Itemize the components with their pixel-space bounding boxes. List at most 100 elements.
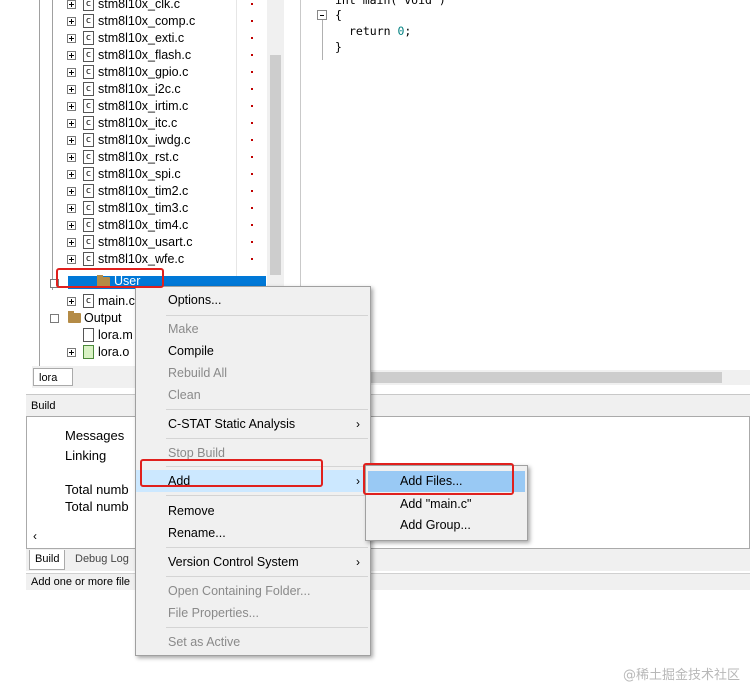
tree-file-row[interactable]: c stm8l10x_flash.c (32, 47, 284, 64)
expand-icon[interactable] (67, 297, 76, 306)
expand-icon[interactable] (67, 102, 76, 111)
menu-item-remove[interactable]: Remove (136, 500, 370, 522)
annotation-box-add-files (363, 463, 514, 495)
tab-build[interactable]: Build (29, 550, 66, 570)
file-label: stm8l10x_wfe.c (98, 252, 185, 266)
tree-file-row[interactable]: c stm8l10x_tim4.c (32, 217, 284, 234)
tree-file-row[interactable]: c stm8l10x_gpio.c (32, 64, 284, 81)
modified-dot (251, 139, 253, 141)
file-label: stm8l10x_iwdg.c (98, 133, 191, 147)
editor-horizontal-scrollbar[interactable] (317, 370, 750, 385)
menu-item-add-main-c[interactable]: Add "main.c" (368, 494, 525, 515)
modified-dot (251, 173, 253, 175)
expand-icon[interactable] (67, 221, 76, 230)
menu-item-compile[interactable]: Compile (136, 340, 370, 362)
tree-file-row[interactable]: c stm8l10x_wfe.c (32, 251, 284, 268)
tree-file-row[interactable]: c stm8l10x_clk.c (32, 0, 284, 13)
tab-debug-log[interactable]: Debug Log (70, 550, 134, 569)
file-label: stm8l10x_i2c.c (98, 82, 181, 96)
c-file-icon: c (83, 167, 94, 181)
scroll-left-icon[interactable]: ‹ (33, 529, 37, 543)
menu-separator (166, 438, 368, 439)
scrollbar-thumb[interactable] (337, 372, 722, 383)
modified-dot (251, 241, 253, 243)
c-file-icon: c (83, 133, 94, 147)
tree-file-row[interactable]: c stm8l10x_usart.c (32, 234, 284, 251)
modified-dot (251, 156, 253, 158)
menu-item-options[interactable]: Options... (136, 289, 370, 311)
expand-icon[interactable] (67, 34, 76, 43)
expand-icon[interactable] (67, 136, 76, 145)
file-label: stm8l10x_gpio.c (98, 65, 189, 79)
c-file-icon: c (83, 252, 94, 266)
modified-dot (251, 88, 253, 90)
submenu-arrow-icon: › (356, 417, 360, 431)
menu-separator (166, 576, 368, 577)
expand-icon[interactable] (67, 255, 76, 264)
modified-dot (251, 20, 253, 22)
expand-icon[interactable] (67, 170, 76, 179)
c-file-icon: c (83, 31, 94, 45)
tree-file-row[interactable]: c stm8l10x_iwdg.c (32, 132, 284, 149)
expand-icon[interactable] (67, 187, 76, 196)
scrollbar-thumb[interactable] (270, 55, 281, 275)
keyword: return (349, 24, 391, 38)
tree-file-row[interactable]: c stm8l10x_rst.c (32, 149, 284, 166)
modified-dot (251, 258, 253, 260)
submenu-arrow-icon: › (356, 474, 360, 488)
tree-file-row[interactable]: c stm8l10x_exti.c (32, 30, 284, 47)
expand-icon[interactable] (67, 68, 76, 77)
modified-dot (251, 105, 253, 107)
tree-file-row[interactable]: c stm8l10x_comp.c (32, 13, 284, 30)
file-label: stm8l10x_tim4.c (98, 218, 189, 232)
workspace-tab[interactable]: lora (33, 368, 73, 386)
menu-item-rename[interactable]: Rename... (136, 522, 370, 544)
file-label: stm8l10x_spi.c (98, 167, 181, 181)
watermark: @稀土掘金技术社区 (622, 668, 740, 683)
menu-item-cstat[interactable]: C-STAT Static Analysis › (136, 413, 370, 435)
tree-file-row[interactable]: c stm8l10x_spi.c (32, 166, 284, 183)
c-file-icon: c (83, 0, 94, 11)
tree-file-row[interactable]: c stm8l10x_tim2.c (32, 183, 284, 200)
file-label: stm8l10x_comp.c (98, 14, 196, 28)
folder-icon (68, 311, 81, 323)
menu-separator (166, 409, 368, 410)
modified-dot (251, 71, 253, 73)
fold-guide (322, 14, 323, 60)
group-label: Output (84, 311, 122, 325)
menu-item-add-group[interactable]: Add Group... (368, 515, 525, 536)
expand-icon[interactable] (67, 348, 76, 357)
file-label: stm8l10x_clk.c (98, 0, 180, 11)
tree-file-row[interactable]: c stm8l10x_i2c.c (32, 81, 284, 98)
file-label: stm8l10x_tim2.c (98, 184, 189, 198)
c-file-icon: c (83, 184, 94, 198)
expand-icon[interactable] (67, 17, 76, 26)
expand-icon[interactable] (67, 51, 76, 60)
expand-icon[interactable] (67, 204, 76, 213)
fold-toggle-icon[interactable] (317, 10, 327, 20)
expand-icon[interactable] (67, 119, 76, 128)
tree-file-row[interactable]: c stm8l10x_itc.c (32, 115, 284, 132)
file-label: stm8l10x_itc.c (98, 116, 178, 130)
file-label: stm8l10x_flash.c (98, 48, 192, 62)
tree-file-row[interactable]: c stm8l10x_tim3.c (32, 200, 284, 217)
annotation-box-add (140, 459, 323, 487)
modified-dot (251, 207, 253, 209)
c-file-icon: c (83, 150, 94, 164)
code-line: } (335, 40, 342, 54)
c-file-icon: c (83, 116, 94, 130)
expand-icon[interactable] (67, 238, 76, 247)
file-label: lora.o (98, 345, 130, 359)
punctuation: ; (404, 24, 412, 38)
build-row: Linking (65, 448, 107, 463)
menu-item-set-active: Set as Active (168, 635, 241, 649)
code-line: return 0; (349, 23, 411, 39)
menu-item-version-control[interactable]: Version Control System › (136, 551, 370, 573)
expand-icon[interactable] (67, 0, 76, 9)
build-row: Messages (65, 428, 125, 443)
modified-dot (251, 3, 253, 5)
tree-file-row[interactable]: c stm8l10x_irtim.c (32, 98, 284, 115)
expand-icon[interactable] (67, 85, 76, 94)
file-label: main.c (98, 294, 135, 308)
expand-icon[interactable] (67, 153, 76, 162)
